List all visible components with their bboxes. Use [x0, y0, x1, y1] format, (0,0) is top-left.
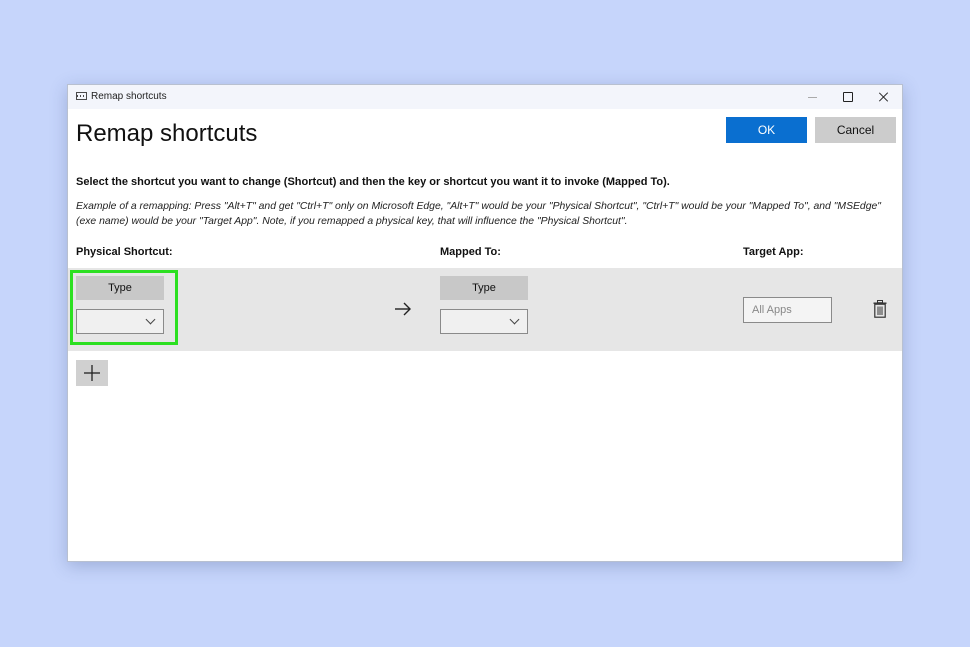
window-title: Remap shortcuts [91, 91, 167, 102]
arrow-right-icon [395, 302, 411, 316]
physical-key-dropdown[interactable] [76, 309, 164, 334]
mapped-type-button[interactable]: Type [440, 276, 528, 300]
close-icon [879, 92, 889, 102]
instruction-text: Select the shortcut you want to change (… [76, 176, 670, 188]
cancel-button[interactable]: Cancel [815, 117, 896, 143]
target-app-input[interactable] [743, 297, 832, 323]
plus-icon [84, 365, 100, 381]
keyboard-app-icon [76, 92, 87, 100]
trash-icon[interactable] [873, 300, 887, 318]
mapped-key-dropdown[interactable] [440, 309, 528, 334]
chevron-down-icon [509, 314, 520, 325]
chevron-down-icon [145, 314, 156, 325]
minimize-icon [807, 96, 817, 98]
close-button[interactable] [866, 85, 902, 109]
mapped-to-header: Mapped To: [440, 246, 501, 258]
maximize-button[interactable] [830, 85, 866, 109]
physical-type-button[interactable]: Type [76, 276, 164, 300]
title-bar[interactable]: Remap shortcuts [68, 85, 902, 109]
add-shortcut-button[interactable] [76, 360, 108, 386]
dialog-title: Remap shortcuts [76, 120, 258, 147]
example-text: Example of a remapping: Press "Alt+T" an… [76, 201, 881, 227]
mapping-row: Type Type [68, 268, 902, 351]
minimize-button[interactable] [794, 85, 830, 109]
ok-button[interactable]: OK [726, 117, 807, 143]
remap-shortcuts-window: Remap shortcuts Remap shortcuts OK Cance… [67, 84, 903, 562]
physical-shortcut-header: Physical Shortcut: [76, 246, 173, 258]
maximize-icon [843, 92, 853, 102]
target-app-header: Target App: [743, 246, 804, 258]
